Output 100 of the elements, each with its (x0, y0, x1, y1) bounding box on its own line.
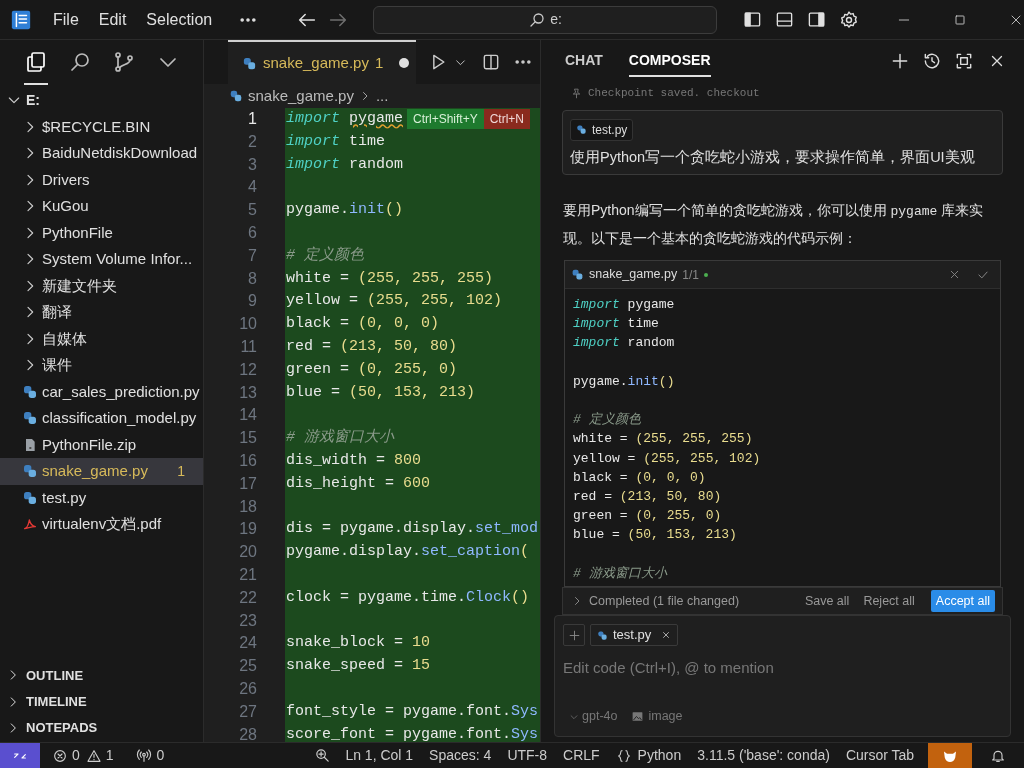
shortcut-hint[interactable]: Ctrl+N (483, 109, 531, 129)
input-field[interactable]: Edit code (Ctrl+I), @ to mention (563, 654, 1002, 680)
add-button[interactable] (563, 624, 585, 646)
line-number: 4 (247, 177, 258, 198)
broadcast-icon (135, 747, 152, 764)
tree-item[interactable]: Drivers (0, 166, 203, 193)
status-item[interactable]: Ln 1, Col 1 (345, 745, 414, 766)
code-line: import time (285, 131, 386, 152)
python-file-icon (576, 124, 587, 135)
tree-item[interactable]: 自媒体 (0, 325, 203, 352)
line-number: 8 (247, 268, 258, 289)
line-number: 16 (238, 450, 258, 471)
tree-item[interactable]: E: (0, 87, 203, 114)
zoom-icon[interactable] (314, 747, 332, 764)
section-header[interactable]: NOTEPADS (0, 714, 203, 741)
code-line: dis_width = 800 (285, 450, 422, 471)
line-number: 23 (238, 610, 258, 631)
code-line: yellow = (255, 255, 102) (285, 291, 503, 312)
shortcut-hint[interactable]: Ctrl+Shift+Y (407, 109, 484, 129)
files-icon[interactable] (24, 49, 48, 74)
action-button[interactable]: Save all (800, 590, 854, 612)
model-selector[interactable]: gpt-4o (569, 707, 618, 726)
section-header[interactable]: TIMELINE (0, 688, 203, 715)
file-chip[interactable]: test.py (570, 118, 634, 141)
menu-item[interactable]: Selection (146, 7, 213, 32)
status-item[interactable]: CRLF (563, 745, 600, 766)
reply-text: 要用Python编写一个简单的贪吃蛇游戏，你可以使用 pygame 库来实现。以下是一个基本的贪吃蛇游戏的代码示例： (562, 201, 985, 248)
tree-item[interactable]: 课件 (0, 352, 203, 379)
status-item[interactable]: UTF-8 (507, 745, 548, 766)
fullscreen-icon[interactable] (954, 51, 974, 71)
tree-item[interactable]: BaiduNetdiskDownload (0, 140, 203, 167)
panel-tab[interactable]: COMPOSER (628, 45, 711, 77)
change-count: 1/1 (682, 266, 699, 284)
tree-item[interactable]: snake_game.py 1 (0, 458, 203, 485)
mascot-button[interactable] (928, 742, 972, 768)
completed-text: Completed (1 file changed) (589, 592, 741, 610)
tree-item[interactable]: 翻译 (0, 299, 203, 326)
panel-tab[interactable]: CHAT (565, 45, 603, 77)
code-line: pygame.display.set_caption( (285, 542, 530, 563)
tree-item[interactable]: virtualenv文档.pdf (0, 511, 203, 538)
tree-item[interactable]: $RECYCLE.BIN (0, 113, 203, 140)
section-header[interactable]: OUTLINE (0, 662, 203, 689)
status-item[interactable]: 3.11.5 ('base': conda) (697, 745, 830, 766)
menu-item[interactable]: Edit (98, 7, 127, 32)
code-line: # 游戏窗口大小 (573, 564, 669, 583)
menu-item[interactable]: File (53, 7, 79, 32)
history-icon[interactable] (922, 51, 942, 71)
breadcrumb-item[interactable]: snake_game.py (248, 84, 354, 108)
code-line: white = (255, 255, 255) (285, 268, 494, 289)
code-line: # 定义颜色 (573, 411, 642, 430)
tree-item[interactable]: PythonFile (0, 219, 203, 246)
code-line: red = (213, 50, 80) (285, 336, 458, 357)
message-text: 使用Python写一个贪吃蛇小游戏，要求操作简单，界面UI美观 (570, 148, 976, 167)
file-chip[interactable]: test.py (590, 624, 679, 646)
split-editor-icon[interactable] (481, 52, 501, 72)
action-button[interactable]: Reject all (859, 590, 919, 612)
right-sidebar-layout-icon[interactable] (807, 10, 826, 29)
python-file-icon (571, 268, 584, 281)
branch-icon[interactable] (112, 49, 136, 74)
line-number: 6 (247, 223, 258, 243)
tree-item[interactable]: car_sales_prediction.py (0, 378, 203, 405)
search-icon (528, 10, 547, 29)
tree-item[interactable]: 新建文件夹 (0, 272, 203, 299)
line-number: 22 (238, 587, 258, 608)
ports-button[interactable]: 0 (135, 745, 165, 766)
editor-tab[interactable]: snake_game.py 1 (228, 40, 416, 84)
code-line: green = (0, 255, 0) (285, 359, 458, 380)
plus-icon[interactable] (890, 51, 910, 71)
code-line: blue = (50, 153, 213) (573, 526, 738, 545)
code-line: import random (573, 334, 676, 353)
code-line: snake_speed = 15 (285, 656, 431, 677)
code-line: # 游戏窗口大小 (285, 427, 394, 449)
breadcrumb-item[interactable]: ... (375, 84, 389, 108)
status-item[interactable]: Cursor Tab (845, 745, 915, 766)
language-button[interactable]: Python (615, 745, 682, 766)
python-file-icon (22, 489, 38, 506)
code-line: pygame.init() (573, 372, 676, 391)
image-icon (631, 710, 645, 724)
image-button[interactable]: image (631, 707, 683, 726)
line-number: 9 (247, 291, 258, 312)
tree-item[interactable]: test.py (0, 484, 203, 511)
status-item[interactable]: Spaces: 4 (429, 745, 492, 766)
sidebar-layout-icon[interactable] (743, 10, 762, 29)
settings-icon[interactable] (839, 9, 859, 30)
search-field[interactable]: e: (373, 5, 717, 34)
line-number: 28 (238, 724, 258, 742)
tree-item[interactable]: System Volume Infor... (0, 246, 203, 273)
code-line: yellow = (255, 255, 102) (573, 449, 762, 468)
tree-item[interactable]: KuGou (0, 193, 203, 220)
problems-button[interactable]: 0 1 (52, 745, 114, 766)
tree-item[interactable]: PythonFile.zip (0, 431, 203, 458)
panel-layout-icon[interactable] (775, 10, 794, 29)
app-logo-icon (10, 8, 32, 31)
line-number: 1 (247, 109, 258, 129)
tree-item[interactable]: classification_model.py (0, 405, 203, 432)
close-icon (661, 630, 672, 640)
error-icon (52, 747, 68, 764)
line-number: 21 (238, 564, 258, 585)
code-line: import time (573, 315, 660, 334)
remote-button[interactable] (0, 742, 40, 768)
